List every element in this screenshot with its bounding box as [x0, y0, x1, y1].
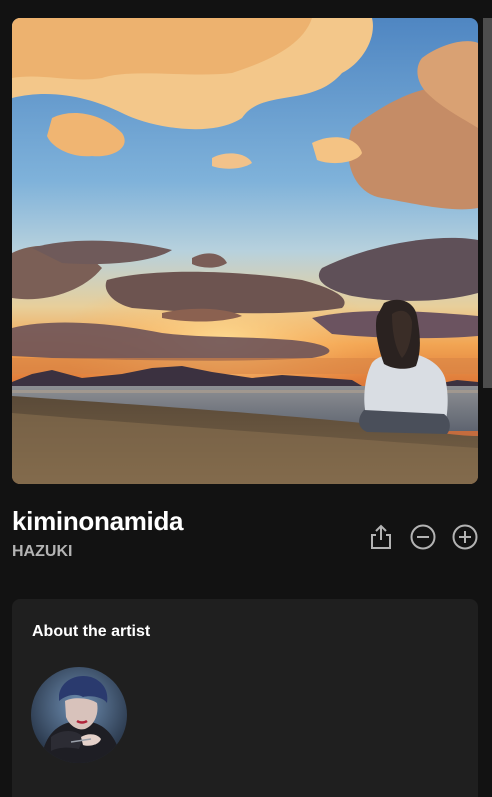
artist-avatar[interactable] [31, 667, 127, 763]
about-artist-card[interactable]: About the artist [12, 599, 478, 797]
share-icon [371, 524, 391, 549]
track-title[interactable]: kiminonamida [12, 506, 184, 537]
remove-button[interactable] [408, 522, 438, 552]
track-actions [366, 521, 480, 553]
scrollbar[interactable] [483, 18, 492, 388]
now-playing-panel: kiminonamida HAZUKI About the artist [0, 0, 492, 797]
album-cover [12, 18, 478, 484]
track-artist[interactable]: HAZUKI [12, 543, 72, 561]
share-button[interactable] [366, 522, 396, 552]
about-artist-heading: About the artist [32, 623, 151, 640]
minus-circle-icon [410, 524, 436, 550]
add-button[interactable] [450, 522, 480, 552]
plus-circle-icon [452, 524, 478, 550]
